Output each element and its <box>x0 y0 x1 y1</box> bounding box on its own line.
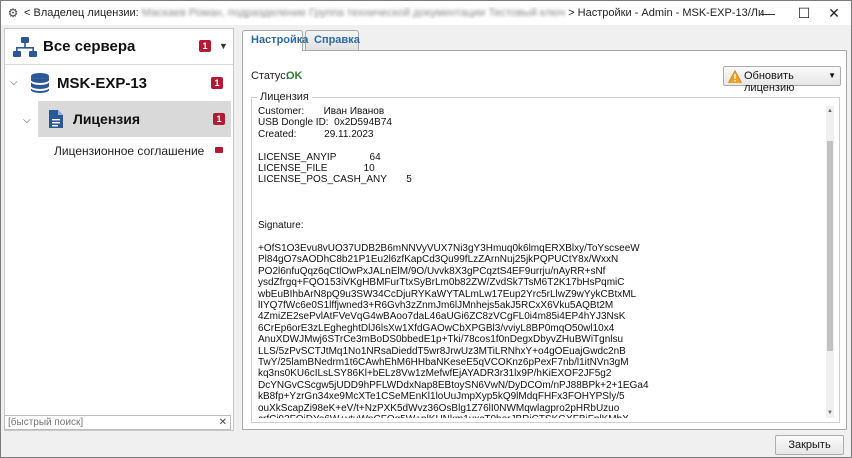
status-value: OK <box>286 70 303 82</box>
close-button[interactable]: Закрыть <box>775 435 844 455</box>
tab-settings[interactable]: Настройка <box>242 30 308 51</box>
all-servers-label: Все сервера <box>43 38 136 55</box>
server-label: MSK-EXP-13 <box>57 75 148 92</box>
quick-search: ✕ <box>4 415 231 430</box>
status-label: Статус: <box>251 70 289 82</box>
server-tree-panel: Все сервера 1 ▼ ⌵ MSK-EXP-13 1 ⌵ Лицензи… <box>4 28 234 431</box>
tree-item-license[interactable]: Лицензия 1 <box>38 101 231 137</box>
tree-item-license-agreement[interactable]: Лицензионное соглашение <box>54 144 204 158</box>
minimize-button[interactable]: — <box>750 1 786 25</box>
agreement-alert-badge <box>215 147 223 153</box>
close-window-button[interactable]: ✕ <box>816 1 852 25</box>
update-license-label: Обновить лицензию <box>744 70 795 94</box>
tree-item-server[interactable]: ⌵ MSK-EXP-13 1 <box>5 66 233 98</box>
scrollbar-thumb[interactable] <box>827 141 833 351</box>
collapse-chevron-icon[interactable]: ⌵ <box>10 77 18 88</box>
all-servers-alert-badge: 1 <box>199 40 211 52</box>
gear-icon: ⚙ <box>7 6 19 20</box>
collapse-chevron-icon[interactable]: ⌵ <box>23 115 31 126</box>
warning-icon <box>728 70 742 83</box>
database-icon <box>31 73 49 93</box>
document-icon <box>49 110 63 128</box>
all-servers-header[interactable]: Все сервера 1 ▼ <box>5 29 233 65</box>
search-input[interactable] <box>5 416 210 429</box>
scroll-up-icon[interactable]: ▲ <box>826 106 834 116</box>
network-servers-icon <box>13 37 37 57</box>
window-title: < Владелец лицензии: Маскаев Роман, подр… <box>24 7 764 19</box>
server-alert-badge: 1 <box>211 77 223 89</box>
license-label: Лицензия <box>73 111 141 127</box>
clear-search-icon[interactable]: ✕ <box>219 416 227 429</box>
license-text: Customer: Иван Иванов USB Dongle ID: 0x2… <box>258 106 649 418</box>
chevron-down-icon[interactable]: ▼ <box>219 41 228 51</box>
settings-tab-panel: Статус: OK Обновить лицензию ▼ Лицензия … <box>242 50 847 430</box>
license-alert-badge: 1 <box>213 113 225 125</box>
license-text-box[interactable]: Customer: Иван Иванов USB Dongle ID: 0x2… <box>258 106 834 418</box>
license-groupbox: Лицензия Customer: Иван Иванов USB Dongl… <box>251 91 840 423</box>
title-suffix: > Настройки - Admin - MSK-EXP-13/Лицензи… <box>568 7 764 19</box>
update-license-button[interactable]: Обновить лицензию ▼ <box>723 66 841 94</box>
chevron-down-icon: ▼ <box>828 71 836 80</box>
license-groupbox-legend: Лицензия <box>257 91 312 103</box>
title-prefix: < Владелец лицензии: <box>24 7 139 19</box>
vertical-scrollbar[interactable]: ▲ ▼ <box>826 106 834 418</box>
scroll-down-icon[interactable]: ▼ <box>826 408 834 418</box>
title-bar[interactable]: ⚙ < Владелец лицензии: Маскаев Роман, по… <box>1 1 851 25</box>
tab-help[interactable]: Справка <box>305 30 360 50</box>
title-owner: Маскаев Роман, подразделение Группа техн… <box>141 7 566 19</box>
settings-window: ⚙ < Владелец лицензии: Маскаев Роман, по… <box>0 0 852 458</box>
